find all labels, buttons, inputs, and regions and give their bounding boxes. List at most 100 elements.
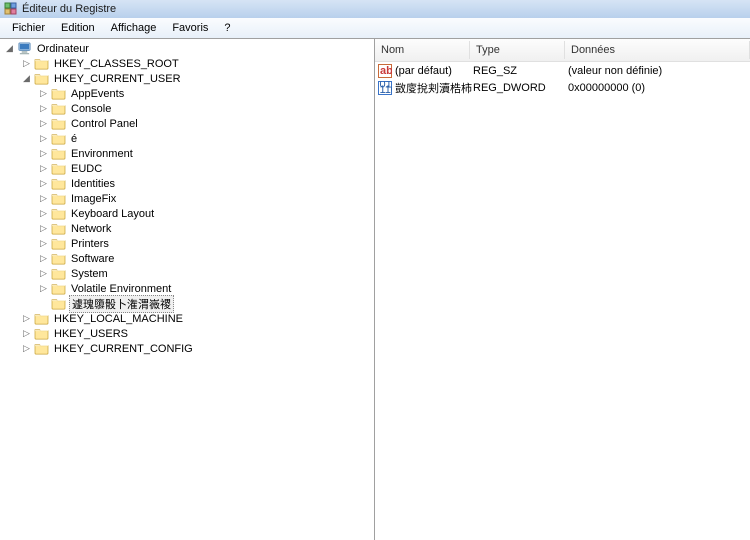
chevron-right-icon[interactable]: ▷: [38, 133, 49, 144]
chevron-right-icon[interactable]: ▷: [38, 148, 49, 159]
tree-label: 遽瑰隳骰卜潅渭嶶禝: [69, 295, 174, 313]
tree-label: é: [69, 133, 79, 145]
tree-panel[interactable]: ◢ Ordinateur▷HKEY_CLASSES_ROOT ◢ HKEY_CURRE…: [0, 39, 375, 540]
tree-key[interactable]: ▷ Console: [0, 101, 374, 116]
chevron-right-icon[interactable]: ▷: [21, 58, 32, 69]
value-binary-icon: [378, 81, 392, 95]
tree-label: System: [69, 268, 110, 280]
value-data: 0x00000000 (0): [568, 82, 750, 94]
tree-key[interactable]: ▷ Keyboard Layout: [0, 206, 374, 221]
regedit-icon: [4, 2, 18, 16]
computer-icon: [17, 42, 32, 55]
tree-key[interactable]: ▷ EUDC: [0, 161, 374, 176]
menu-affichage[interactable]: Affichage: [103, 20, 165, 36]
titlebar: Éditeur du Registre: [0, 0, 750, 18]
chevron-right-icon[interactable]: ▷: [38, 208, 49, 219]
list-row[interactable]: (par défaut) REG_SZ(valeur non définie): [375, 62, 750, 79]
folder-icon: [51, 267, 66, 280]
value-type: REG_SZ: [473, 65, 568, 77]
tree-key[interactable]: ▷ System: [0, 266, 374, 281]
folder-icon: [34, 72, 49, 85]
folder-icon: [51, 207, 66, 220]
chevron-right-icon[interactable]: ▷: [38, 253, 49, 264]
folder-icon: [51, 297, 66, 310]
chevron-right-icon[interactable]: ▷: [38, 193, 49, 204]
folder-icon: [51, 87, 66, 100]
tree-label: HKEY_LOCAL_MACHINE: [52, 313, 185, 325]
folder-icon: [51, 252, 66, 265]
tree-label: HKEY_CURRENT_CONFIG: [52, 343, 195, 355]
tree-key[interactable]: ▷Identities: [0, 176, 374, 191]
tree-key[interactable]: ▷ Control Panel: [0, 116, 374, 131]
folder-icon: [51, 237, 66, 250]
chevron-right-icon[interactable]: ▷: [38, 283, 49, 294]
list-rows: (par défaut) REG_SZ(valeur non définie) 敳廀…: [375, 62, 750, 96]
folder-icon: [51, 177, 66, 190]
chevron-right-icon[interactable]: ▷: [21, 343, 32, 354]
chevron-right-icon[interactable]: ▷: [38, 223, 49, 234]
tree-key[interactable]: ▷Volatile Environment: [0, 281, 374, 296]
tree-key[interactable]: ▷ Environment: [0, 146, 374, 161]
tree-hive-hkey-classes-root[interactable]: ▷HKEY_CLASSES_ROOT: [0, 56, 374, 71]
chevron-right-icon[interactable]: ▷: [38, 163, 49, 174]
value-data: (valeur non définie): [568, 65, 750, 77]
tree-label: HKEY_USERS: [52, 328, 130, 340]
tree-key[interactable]: ▷ Printers: [0, 236, 374, 251]
menu-help[interactable]: ?: [216, 20, 238, 36]
menu-favoris[interactable]: Favoris: [164, 20, 216, 36]
tree-hive-hkey-local-machine[interactable]: ▷ HKEY_LOCAL_MACHINE: [0, 311, 374, 326]
tree-hive-hkey-current-user[interactable]: ◢ HKEY_CURRENT_USER: [0, 71, 374, 86]
list-row[interactable]: 敳廀挩刾瀆梏柿REG_DWORD0x00000000 (0): [375, 79, 750, 96]
folder-icon: [51, 117, 66, 130]
tree-label: Environment: [69, 148, 135, 160]
tree-label: Keyboard Layout: [69, 208, 156, 220]
window-title: Éditeur du Registre: [22, 3, 116, 15]
tree-label: Software: [69, 253, 116, 265]
chevron-right-icon[interactable]: ▷: [38, 103, 49, 114]
chevron-right-icon[interactable]: ▷: [38, 178, 49, 189]
tree-hive-hkey-current-config[interactable]: ▷ HKEY_CURRENT_CONFIG: [0, 341, 374, 356]
chevron-right-icon[interactable]: ▷: [38, 238, 49, 249]
folder-icon: [51, 192, 66, 205]
tree-key[interactable]: ▷ ImageFix: [0, 191, 374, 206]
tree-key[interactable]: ▷遽瑰隳骰卜潅渭嶶禝: [0, 296, 374, 311]
chevron-right-icon[interactable]: ▷: [38, 268, 49, 279]
tree-hive-hkey-users[interactable]: ▷ HKEY_USERS: [0, 326, 374, 341]
list-header: Nom Type Données: [375, 39, 750, 62]
folder-icon: [51, 162, 66, 175]
folder-icon: [51, 282, 66, 295]
chevron-down-icon[interactable]: ◢: [21, 73, 32, 84]
tree-label: AppEvents: [69, 88, 126, 100]
header-data[interactable]: Données: [565, 41, 750, 59]
tree-label: EUDC: [69, 163, 104, 175]
header-type[interactable]: Type: [470, 41, 565, 59]
tree-key[interactable]: ▷Network: [0, 221, 374, 236]
tree-label: HKEY_CURRENT_USER: [52, 73, 183, 85]
menu-edition[interactable]: Edition: [53, 20, 103, 36]
value-name: 敳廀挩刾瀆梏柿: [395, 80, 472, 96]
header-nom[interactable]: Nom: [375, 41, 470, 59]
tree-label: Printers: [69, 238, 111, 250]
folder-icon: [51, 222, 66, 235]
folder-icon: [34, 342, 49, 355]
chevron-right-icon[interactable]: ▷: [21, 313, 32, 324]
chevron-right-icon[interactable]: ▷: [21, 328, 32, 339]
tree-label: Console: [69, 103, 113, 115]
tree-key[interactable]: ▷ AppEvents: [0, 86, 374, 101]
list-panel: Nom Type Données (par défaut) REG_SZ(vale…: [375, 39, 750, 540]
tree-key[interactable]: ▷é: [0, 131, 374, 146]
tree-root[interactable]: ◢ Ordinateur: [0, 41, 374, 56]
menu-fichier[interactable]: Fichier: [4, 20, 53, 36]
tree-label: Control Panel: [69, 118, 140, 130]
tree-key[interactable]: ▷ Software: [0, 251, 374, 266]
tree-label: ImageFix: [69, 193, 118, 205]
chevron-down-icon[interactable]: ◢: [4, 43, 15, 54]
folder-icon: [51, 102, 66, 115]
chevron-right-icon[interactable]: ▷: [38, 118, 49, 129]
folder-icon: [34, 327, 49, 340]
value-name: (par défaut): [395, 65, 452, 77]
folder-icon: [34, 312, 49, 325]
tree-label: Ordinateur: [35, 43, 91, 55]
chevron-right-icon[interactable]: ▷: [38, 88, 49, 99]
value-string-icon: [378, 64, 392, 78]
